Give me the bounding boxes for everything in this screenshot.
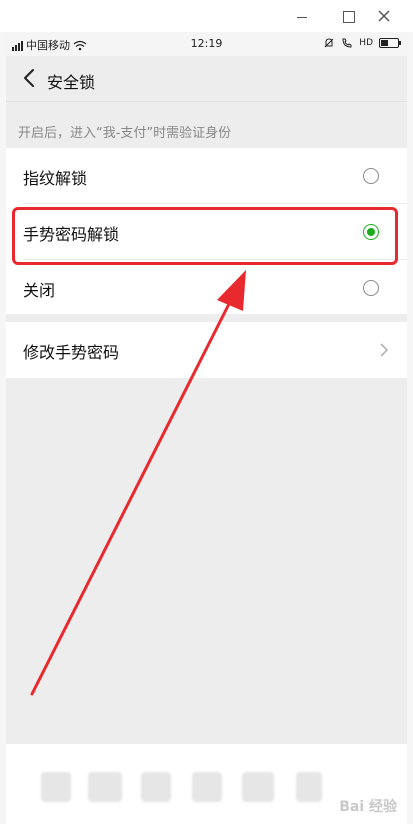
blurred-bottom-strip: Bai 经验 [6,744,407,824]
blurred-block [192,772,222,802]
radio-unselected-icon[interactable] [363,168,379,184]
option-fingerprint-unlock[interactable]: 指纹解锁 [6,148,407,204]
option-label: 关闭 [23,281,56,300]
minimize-window-button[interactable] [292,6,312,26]
close-icon [378,10,390,22]
network-type: HD [359,38,373,48]
page-title: 安全锁 [47,73,96,92]
maximize-window-button[interactable] [338,6,358,26]
blurred-block [41,772,71,802]
nav-bar: 安全锁 [6,56,407,102]
change-gesture-password-item[interactable]: 修改手势密码 [6,322,407,378]
radio-unselected-icon[interactable] [363,280,379,296]
hint-text: 开启后，进入“我-支付”时需验证身份 [18,126,232,141]
gesture-settings-group: 修改手势密码 [6,322,407,378]
phone-call-icon [342,38,352,48]
blurred-block [296,772,322,802]
annotation-highlight-box [12,207,398,265]
phone-screen: 中国移动 12:19 HD 安全锁 开启后，进入“我-支付”时需验证身份 指纹解… [6,32,407,824]
mute-bell-icon [324,38,334,48]
status-bar: 中国移动 12:19 HD [6,32,407,56]
blurred-block [141,772,171,802]
baidu-jingyan-watermark: Bai 经验 [339,799,397,815]
chevron-right-icon [380,343,389,357]
close-window-button[interactable] [374,6,394,26]
window-title-bar [0,0,413,32]
back-arrow-icon[interactable] [18,66,42,90]
blurred-block [242,772,274,802]
battery-icon [379,38,401,48]
option-off[interactable]: 关闭 [6,260,407,316]
action-label: 修改手势密码 [23,343,120,362]
option-label: 指纹解锁 [23,169,88,188]
blurred-block [88,772,122,802]
